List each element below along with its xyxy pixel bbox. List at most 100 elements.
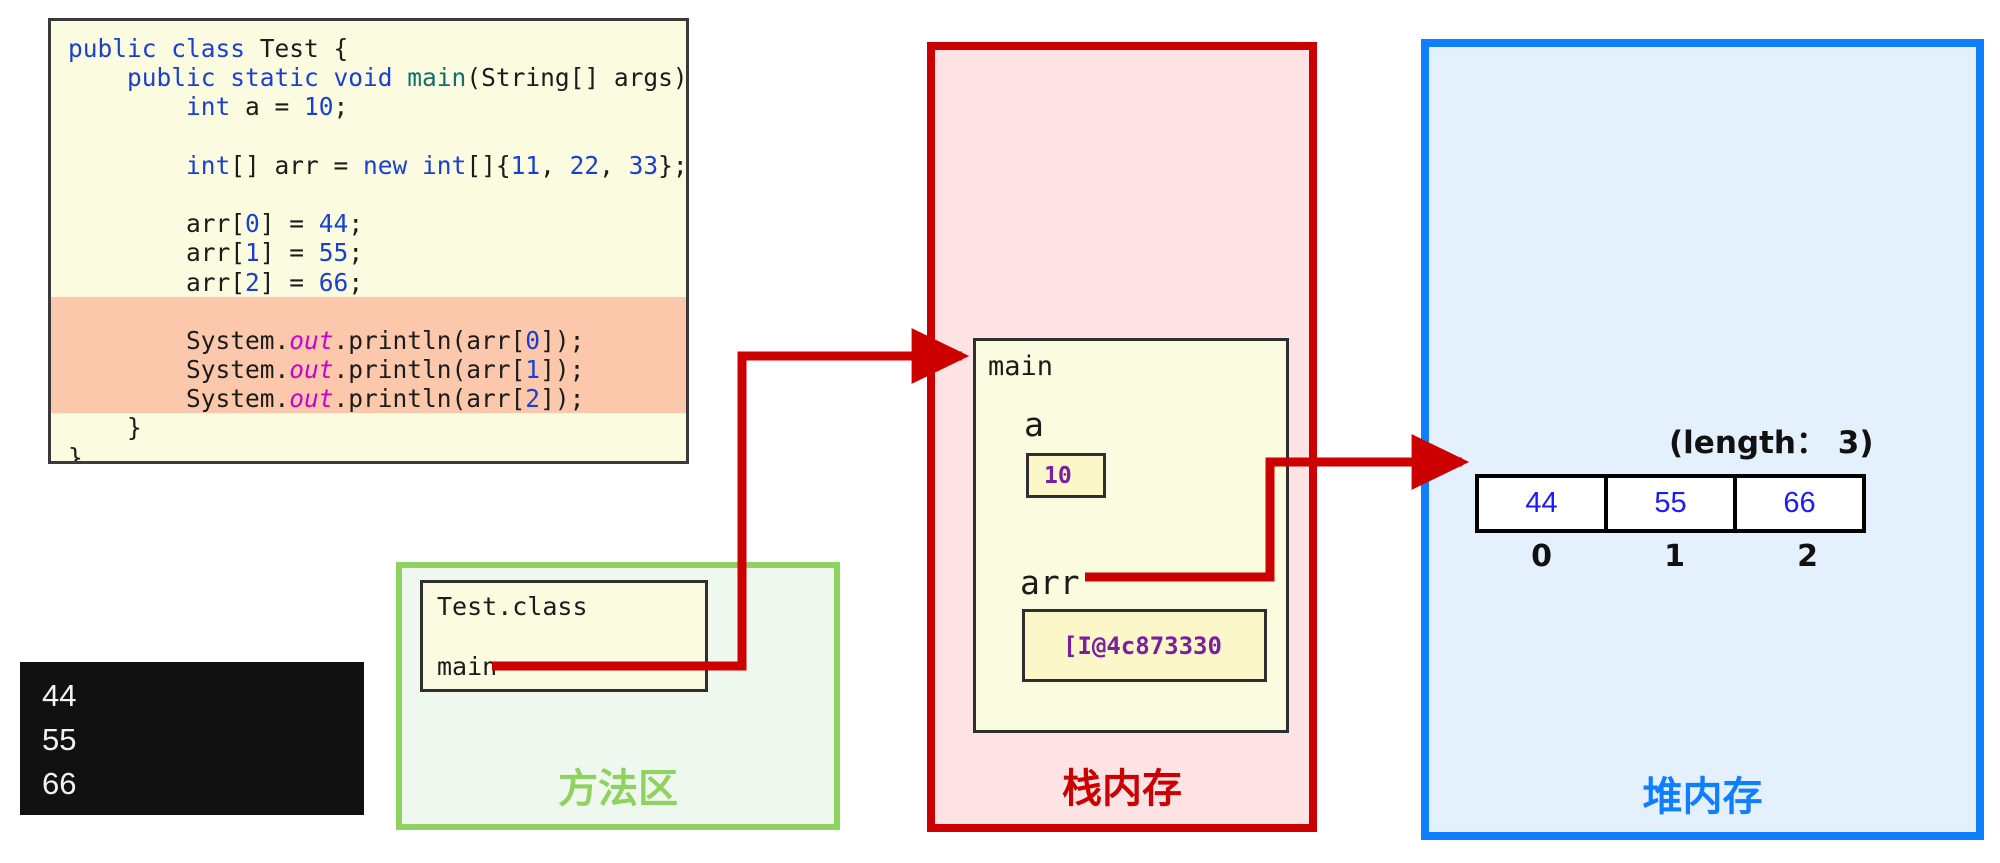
code-token: 1 xyxy=(525,355,541,385)
code-token: a = xyxy=(245,92,305,122)
code-line: public class Test { xyxy=(51,34,686,63)
console-line: 55 xyxy=(42,722,77,757)
console-line: 66 xyxy=(42,766,77,801)
code-token: main xyxy=(407,63,467,93)
code-token: void xyxy=(333,63,408,93)
method-area-label: 方法区 xyxy=(558,766,678,812)
code-line: } xyxy=(51,413,686,442)
code-token: 55 xyxy=(318,238,349,268)
code-token: .println(arr[ xyxy=(333,355,526,385)
code-token: 66 xyxy=(318,267,349,297)
code-token: 2 xyxy=(245,267,260,297)
code-token: arr[ xyxy=(68,267,246,297)
console-output: 44 55 66 xyxy=(20,662,364,815)
code-token: 33 xyxy=(628,150,659,180)
code-token: System. xyxy=(68,355,290,385)
code-line: arr[1] = 55; xyxy=(51,238,686,267)
stack-memory-box: main a 10 arr [I@4c873330 栈内存 xyxy=(927,42,1317,832)
code-token: } xyxy=(68,413,142,443)
stack-var-value-arr: [I@4c873330 xyxy=(1022,609,1267,682)
code-token: ] = xyxy=(259,267,319,297)
code-token: ; xyxy=(348,267,364,297)
code-line xyxy=(51,296,686,326)
array-index-label: 0 xyxy=(1531,539,1552,574)
code-token: 10 xyxy=(304,92,334,122)
diagram-canvas: public class Test { public static void m… xyxy=(0,0,2000,863)
code-token: (String[] args) { xyxy=(466,63,688,93)
code-token: }; xyxy=(658,150,688,180)
heap-memory-label: 堆内存 xyxy=(1642,774,1763,820)
code-token: 0 xyxy=(525,325,541,355)
array-index-label: 2 xyxy=(1797,539,1818,574)
stack-var-name-arr: arr xyxy=(1020,563,1080,602)
code-line: int[] arr = new int[]{11, 22, 33}; xyxy=(51,151,686,180)
code-token: ; xyxy=(348,238,364,268)
code-token: } xyxy=(68,442,83,464)
code-token: 1 xyxy=(245,238,260,268)
code-token: ; xyxy=(333,92,349,122)
code-token: 44 xyxy=(318,209,349,239)
code-token: out xyxy=(289,355,334,385)
code-token: arr[ xyxy=(68,238,246,268)
array-cell: 44 xyxy=(1475,474,1608,533)
code-token: class xyxy=(171,34,260,63)
code-listing: public class Test { public static void m… xyxy=(51,21,686,461)
code-line: System.out.println(arr[0]); xyxy=(51,325,686,356)
code-token: ]); xyxy=(540,384,585,414)
class-method-label: main xyxy=(437,652,498,681)
array-index-label: 1 xyxy=(1664,539,1685,574)
code-line: public static void main(String[] args) { xyxy=(51,63,686,92)
code-token: ]); xyxy=(540,325,585,355)
code-token: int xyxy=(68,150,231,180)
code-token: out xyxy=(289,325,334,355)
code-token: .println(arr[ xyxy=(333,325,526,355)
array-length-label: (length： 3) xyxy=(1669,425,1874,461)
code-token: 0 xyxy=(245,209,260,239)
stack-var-value-a: 10 xyxy=(1026,453,1106,498)
code-token: new xyxy=(363,150,423,180)
code-line: System.out.println(arr[2]); xyxy=(51,384,686,414)
array-indices-row: 0 1 2 xyxy=(1475,539,1874,574)
code-token: , xyxy=(599,150,629,180)
code-token: ]); xyxy=(540,355,585,385)
code-panel: public class Test { public static void m… xyxy=(48,18,689,464)
code-token: public xyxy=(68,63,231,93)
code-token: 11 xyxy=(510,150,541,180)
code-token: .println(arr[ xyxy=(333,384,526,414)
code-token: int xyxy=(422,150,467,180)
code-token: []{ xyxy=(466,150,511,180)
console-line: 44 xyxy=(42,678,77,713)
array-cell: 66 xyxy=(1733,474,1866,533)
code-line: int a = 10; xyxy=(51,92,686,121)
code-line: } xyxy=(51,442,686,464)
code-token: ] = xyxy=(259,209,319,239)
code-token: int xyxy=(68,92,246,122)
stack-memory-label: 栈内存 xyxy=(1062,766,1182,812)
code-token: System. xyxy=(68,325,290,355)
code-token: [] arr = xyxy=(230,150,364,180)
code-token: 22 xyxy=(569,150,600,180)
class-box: Test.class main xyxy=(420,580,708,692)
stack-var-name-a: a xyxy=(1024,405,1044,444)
code-token: Test { xyxy=(259,34,349,63)
class-name-label: Test.class xyxy=(437,592,588,621)
code-token: out xyxy=(289,384,334,414)
code-line: System.out.println(arr[1]); xyxy=(51,355,686,385)
heap-memory-box: (length： 3) 44 55 66 0 1 2 堆内存 xyxy=(1421,39,1984,840)
code-token: System. xyxy=(68,384,290,414)
code-token: static xyxy=(230,63,334,93)
code-line: arr[0] = 44; xyxy=(51,209,686,238)
stack-frame-title: main xyxy=(988,351,1054,382)
code-token: public xyxy=(68,34,172,63)
code-line: arr[2] = 66; xyxy=(51,268,686,297)
array-cell: 55 xyxy=(1604,474,1737,533)
array-cells-row: 44 55 66 xyxy=(1475,474,1866,533)
stack-frame-main: main a 10 arr [I@4c873330 xyxy=(973,338,1289,733)
code-token: ; xyxy=(348,209,364,239)
code-token: 2 xyxy=(525,384,541,414)
code-token: , xyxy=(540,150,570,180)
code-token: ] = xyxy=(259,238,319,268)
method-area-box: Test.class main 方法区 xyxy=(396,562,840,830)
